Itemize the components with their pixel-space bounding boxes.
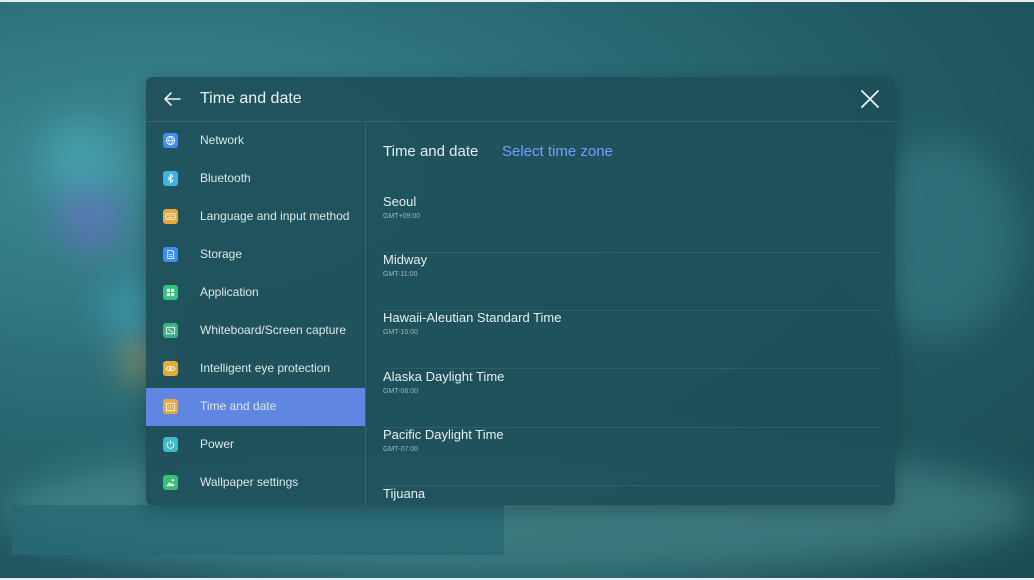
- screen-capture-icon: [163, 323, 178, 338]
- time-zone-name: Tijuana: [383, 486, 426, 501]
- sidebar-item-label: Whiteboard/Screen capture: [200, 323, 347, 337]
- sidebar-item-power[interactable]: Power: [146, 426, 365, 464]
- page-title: Time and date: [200, 90, 302, 107]
- sidebar-item-whiteboard[interactable]: Whiteboard/Screen capture: [146, 312, 365, 350]
- time-zone-item[interactable]: Hawaii-Aleutian Standard Time GMT-10:00: [383, 310, 880, 369]
- time-zone-offset: GMT-07:00: [383, 446, 419, 453]
- time-zone-name: Hawaii-Aleutian Standard Time: [383, 310, 562, 325]
- sidebar-item-label: Wallpaper settings: [200, 475, 299, 489]
- storage-icon: [163, 247, 178, 262]
- time-zone-item[interactable]: Seoul GMT+09:00: [383, 194, 880, 253]
- time-zone-offset: GMT-08:00: [383, 388, 419, 395]
- time-zone-offset: GMT-10:00: [383, 329, 419, 336]
- time-zone-name: Alaska Daylight Time: [383, 369, 505, 384]
- time-zone-panel: Time and date Select time zone Seoul GMT…: [366, 122, 895, 505]
- settings-sidebar: Network Bluetooth Language and input met…: [146, 122, 366, 505]
- sidebar-item-label: Application: [200, 285, 259, 299]
- time-zone-name: Seoul: [383, 194, 417, 209]
- time-zone-item[interactable]: Pacific Daylight Time GMT-07:00: [383, 427, 880, 486]
- sidebar-item-wallpaper[interactable]: Wallpaper settings: [146, 464, 365, 502]
- sidebar-item-network[interactable]: Network: [146, 122, 365, 160]
- dialog-header: Time and date: [146, 77, 895, 122]
- background-blur: [60, 190, 120, 250]
- settings-dialog: Time and date Network Bluetooth Language…: [146, 77, 895, 505]
- globe-icon: [163, 133, 178, 148]
- bottom-panel: [12, 505, 504, 555]
- sidebar-item-label: Network: [200, 133, 245, 147]
- sidebar-item-application[interactable]: Application: [146, 274, 365, 312]
- time-zone-offset: GMT+09:00: [383, 213, 421, 220]
- eye-icon: [163, 361, 178, 376]
- time-zone-offset: GMT-11:00: [383, 271, 418, 278]
- sidebar-item-label: Storage: [200, 247, 243, 261]
- sidebar-item-label: Power: [200, 437, 235, 451]
- sidebar-item-bluetooth[interactable]: Bluetooth: [146, 160, 365, 198]
- close-icon: [861, 90, 879, 108]
- wallpaper-icon: [163, 475, 178, 490]
- arrow-left-icon: [164, 92, 181, 106]
- bluetooth-icon: [163, 171, 178, 186]
- time-zone-name: Midway: [383, 252, 428, 267]
- close-button[interactable]: [859, 88, 881, 110]
- time-zone-item[interactable]: Tijuana: [383, 486, 880, 505]
- section-title: Time and date: [383, 143, 479, 160]
- sidebar-item-label: Intelligent eye protection: [200, 361, 331, 375]
- frame-top-border: [0, 0, 1034, 2]
- time-zone-name: Pacific Daylight Time: [383, 427, 504, 442]
- time-zone-item[interactable]: Alaska Daylight Time GMT-08:00: [383, 369, 880, 428]
- select-time-zone-link[interactable]: Select time zone: [502, 143, 613, 160]
- power-icon: [163, 437, 178, 452]
- time-zone-item[interactable]: Midway GMT-11:00: [383, 252, 880, 311]
- calendar-icon: [163, 399, 178, 414]
- keyboard-icon: [163, 209, 178, 224]
- sidebar-item-label: Bluetooth: [200, 171, 251, 185]
- sidebar-item-label: Time and date: [200, 399, 277, 413]
- apps-grid-icon: [163, 285, 178, 300]
- sidebar-item-eye-protection[interactable]: Intelligent eye protection: [146, 350, 365, 388]
- sidebar-item-language[interactable]: Language and input method: [146, 198, 365, 236]
- sidebar-item-label: Language and input method: [200, 209, 350, 223]
- background-blur: [40, 120, 120, 200]
- back-button[interactable]: [160, 87, 184, 111]
- sidebar-item-time-and-date[interactable]: Time and date: [146, 388, 365, 426]
- sidebar-item-storage[interactable]: Storage: [146, 236, 365, 274]
